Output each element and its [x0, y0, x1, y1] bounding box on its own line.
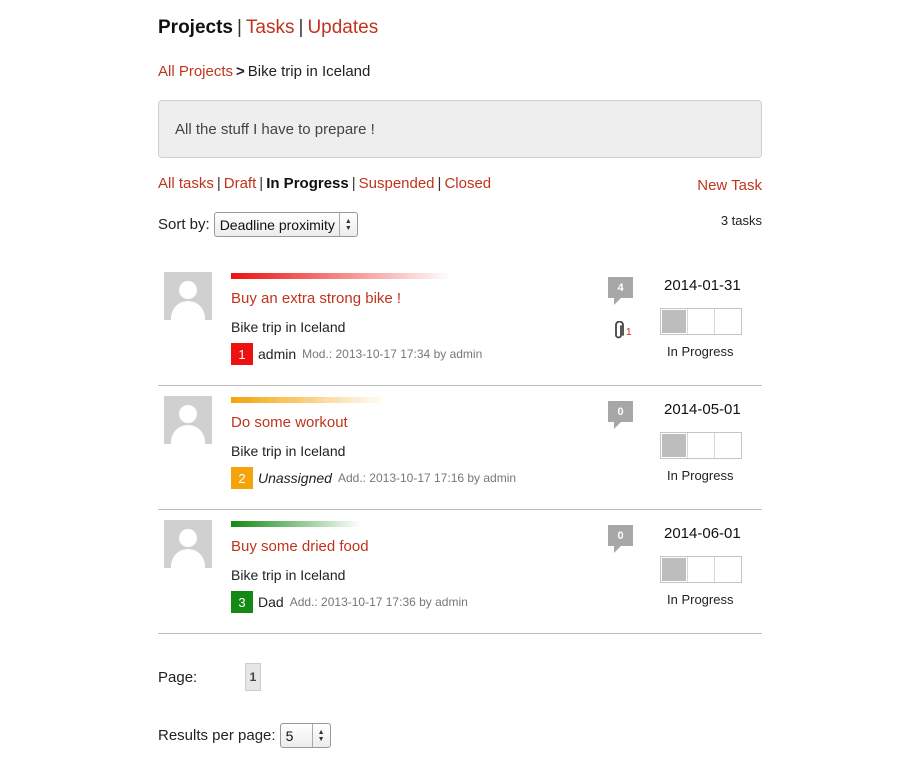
project-description: All the stuff I have to prepare ! [158, 100, 762, 158]
priority-gradient-bar [231, 397, 386, 403]
task-status: In Progress [667, 468, 734, 483]
progress-bar [660, 308, 742, 335]
sort-select[interactable]: Deadline proximity ▲ ▼ [213, 212, 358, 237]
avatar [164, 272, 212, 320]
nav-separator: | [298, 17, 304, 38]
task-status: In Progress [667, 592, 734, 607]
page-label: Page: [158, 669, 198, 686]
filter-separator: | [437, 175, 442, 192]
task-deadline: 2014-06-01 [664, 525, 741, 542]
priority-gradient-bar [231, 521, 361, 527]
task-title-link[interactable]: Buy an extra strong bike ! [231, 290, 401, 307]
results-per-page-select[interactable]: 5 ▲ ▼ [279, 723, 331, 748]
filter-in-progress[interactable]: In Progress [266, 175, 349, 192]
breadcrumb-current: Bike trip in Iceland [247, 63, 371, 80]
progress-segment [715, 309, 741, 334]
sort-select-value: Deadline proximity [219, 216, 335, 233]
task-row: Buy some dried food Bike trip in Iceland… [158, 510, 762, 634]
task-info: Add.: 2013-10-17 17:16 by admin [337, 471, 517, 485]
page-button-current[interactable]: 1 [245, 663, 261, 691]
filter-draft[interactable]: Draft [224, 175, 257, 192]
progress-bar [660, 432, 742, 459]
filter-closed[interactable]: Closed [444, 175, 491, 192]
nav-tasks[interactable]: Tasks [246, 17, 295, 38]
priority-gradient-bar [231, 273, 451, 279]
task-meta: 3 Dad Add.: 2013-10-17 17:36 by admin [231, 591, 468, 613]
task-assignee: Dad [258, 594, 284, 610]
progress-segment [661, 557, 688, 582]
avatar [164, 520, 212, 568]
attachment-indicator[interactable]: 1 [613, 321, 632, 341]
task-project: Bike trip in Iceland [231, 443, 346, 459]
progress-bar [660, 556, 742, 583]
breadcrumb-all-projects[interactable]: All Projects [158, 63, 233, 80]
task-info: Mod.: 2013-10-17 17:34 by admin [302, 347, 483, 361]
comment-count-bubble[interactable]: 0 [608, 401, 633, 429]
progress-segment [661, 433, 688, 458]
filter-separator: | [259, 175, 264, 192]
paperclip-icon [615, 321, 624, 339]
progress-segment [688, 309, 715, 334]
progress-segment [688, 557, 715, 582]
comment-count-bubble[interactable]: 0 [608, 525, 633, 553]
new-task-link[interactable]: New Task [697, 177, 762, 194]
results-per-page: Results per page: 5 ▲ ▼ [158, 723, 331, 748]
nav-projects[interactable]: Projects [158, 17, 233, 38]
task-meta: 2 Unassigned Add.: 2013-10-17 17:16 by a… [231, 467, 516, 489]
results-per-page-label: Results per page: [158, 727, 276, 744]
sort-control: Sort by: Deadline proximity ▲ ▼ [158, 212, 358, 237]
task-row: Buy an extra strong bike ! Bike trip in … [158, 262, 762, 386]
progress-segment [715, 557, 741, 582]
breadcrumb-separator: > [236, 63, 245, 80]
priority-badge: 3 [231, 591, 253, 613]
filter-separator: | [216, 175, 221, 192]
task-count: 3 tasks [720, 213, 762, 228]
progress-segment [688, 433, 715, 458]
task-info: Add.: 2013-10-17 17:36 by admin [289, 595, 468, 609]
task-project: Bike trip in Iceland [231, 567, 346, 583]
progress-segment [661, 309, 688, 334]
nav-separator: | [236, 17, 242, 38]
task-deadline: 2014-05-01 [664, 401, 741, 418]
task-assignee: admin [258, 346, 297, 362]
task-deadline: 2014-01-31 [664, 277, 741, 294]
main-nav: Projects | Tasks | Updates [158, 17, 378, 39]
results-per-page-value: 5 [285, 727, 294, 744]
task-status: In Progress [667, 344, 734, 359]
sort-label: Sort by: [158, 216, 210, 233]
attachment-count: 1 [626, 327, 632, 338]
task-list: Buy an extra strong bike ! Bike trip in … [158, 262, 762, 634]
task-meta: 1 admin Mod.: 2013-10-17 17:34 by admin [231, 343, 482, 365]
task-assignee: Unassigned [258, 470, 332, 486]
filter-separator: | [351, 175, 356, 192]
priority-badge: 1 [231, 343, 253, 365]
filter-all-tasks[interactable]: All tasks [158, 175, 214, 192]
task-title-link[interactable]: Buy some dried food [231, 538, 369, 555]
task-row: Do some workout Bike trip in Iceland 2 U… [158, 386, 762, 510]
filter-suspended[interactable]: Suspended [359, 175, 435, 192]
task-title-link[interactable]: Do some workout [231, 414, 348, 431]
select-arrows-icon: ▲ ▼ [338, 213, 357, 236]
priority-badge: 2 [231, 467, 253, 489]
pagination: Page: 1 [158, 663, 261, 691]
task-project: Bike trip in Iceland [231, 319, 346, 335]
select-arrows-icon: ▲ ▼ [311, 724, 330, 747]
status-filters: All tasks | Draft | In Progress | Suspended | Cl… [158, 175, 491, 192]
nav-updates[interactable]: Updates [307, 17, 378, 38]
breadcrumb: All Projects > Bike trip in Iceland [158, 63, 370, 80]
progress-segment [715, 433, 741, 458]
comment-count-bubble[interactable]: 4 [608, 277, 633, 305]
avatar [164, 396, 212, 444]
